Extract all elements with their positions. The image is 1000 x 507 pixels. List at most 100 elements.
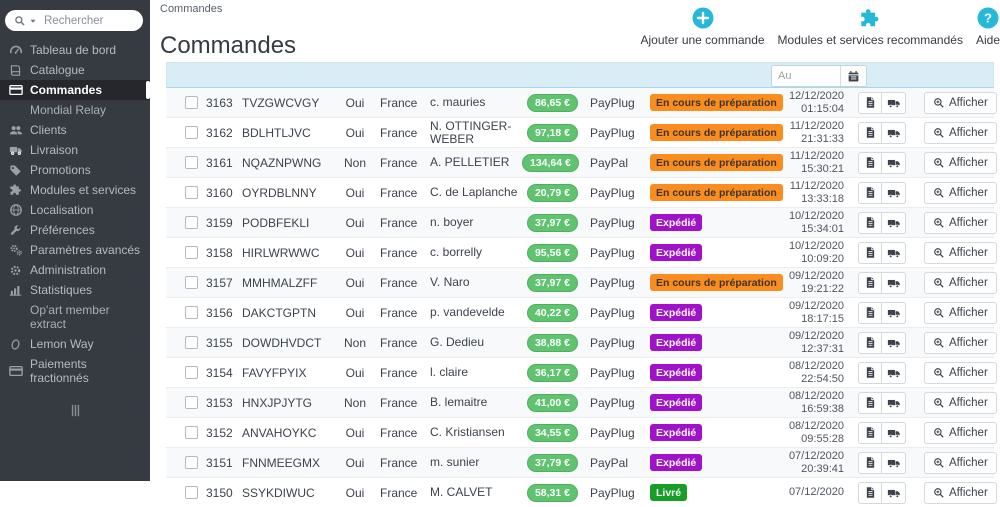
sidebar-item-statistiques[interactable]: Statistiques: [0, 280, 150, 300]
view-order-button[interactable]: Afficher: [924, 301, 997, 324]
row-checkbox[interactable]: [185, 246, 198, 259]
table-row[interactable]: 3158 HIRLWRWWC Oui France c. borrelly 95,56 €…: [166, 237, 997, 267]
sidebar-item-livraison[interactable]: Livraison: [0, 140, 150, 160]
delivery-slip-button[interactable]: [882, 271, 906, 294]
delivery-slip-button[interactable]: [882, 391, 906, 414]
delivery-slip-button[interactable]: [882, 451, 906, 474]
calendar-button[interactable]: [840, 66, 866, 86]
view-order-button[interactable]: Afficher: [924, 451, 997, 474]
table-row[interactable]: 3154 FAVYFPYIX Oui France l. claire 36,17 € Pa…: [166, 357, 997, 387]
delivery-slip-button[interactable]: [882, 361, 906, 384]
sidebar-search[interactable]: [5, 10, 143, 31]
row-checkbox[interactable]: [185, 456, 198, 469]
view-order-button[interactable]: Afficher: [924, 271, 997, 294]
invoice-button[interactable]: [858, 331, 883, 354]
order-total-cell: 58,31 €: [522, 483, 578, 502]
help-button[interactable]: ? Aide: [976, 7, 1000, 47]
view-order-button[interactable]: Afficher: [924, 481, 997, 504]
table-row[interactable]: 3153 HNXJPJYTG Non France B. lemaitre 41,00 €…: [166, 387, 997, 417]
row-checkbox[interactable]: [185, 96, 198, 109]
recommended-modules-button[interactable]: Modules et services recommandés: [778, 7, 963, 47]
table-row[interactable]: 3157 MMHMALZFF Oui France V. Naro 37,97 € PayP…: [166, 267, 997, 297]
row-checkbox[interactable]: [185, 126, 198, 139]
sidebar-item-parametres[interactable]: Paramètres avancés: [0, 240, 150, 260]
table-row[interactable]: 3152 ANVAHOYKC Oui France C. Kristiansen 34,5…: [166, 417, 997, 447]
view-order-button[interactable]: Afficher: [924, 91, 997, 114]
view-order-button[interactable]: Afficher: [924, 211, 997, 234]
view-order-button[interactable]: Afficher: [924, 361, 997, 384]
invoice-button[interactable]: [858, 271, 883, 294]
table-row[interactable]: 3162 BDLHTLJVC Oui France N. OTTINGER-WEBER 9…: [166, 117, 997, 147]
table-row[interactable]: 3155 DOWDHVDCT Non France G. Dedieu 38,88 € Pa…: [166, 327, 997, 357]
sidebar-item-lemon-way[interactable]: Lemon Way: [0, 334, 150, 354]
view-order-button[interactable]: Afficher: [924, 331, 997, 354]
invoice-button[interactable]: [858, 451, 883, 474]
invoice-button[interactable]: [858, 151, 883, 174]
sidebar-item-preferences[interactable]: Préférences: [0, 220, 150, 240]
sidebar-item-promotions[interactable]: Promotions: [0, 160, 150, 180]
sidebar-item-clients[interactable]: Clients: [0, 120, 150, 140]
add-order-button[interactable]: Ajouter une commande: [640, 7, 765, 47]
invoice-button[interactable]: [858, 421, 883, 444]
sidebar-item-opart-extract[interactable]: Op'art member extract: [0, 300, 150, 334]
delivery-slip-button[interactable]: [882, 331, 906, 354]
invoice-button[interactable]: [858, 241, 883, 264]
row-checkbox[interactable]: [185, 276, 198, 289]
invoice-button[interactable]: [858, 181, 883, 204]
table-row[interactable]: 3151 FNNMEEGMX Oui France m. sunier 37,79 € Pa…: [166, 447, 997, 477]
table-row[interactable]: 3150 SSYKDIWUC Oui France M. CALVET 58,31 € Pa…: [166, 477, 997, 507]
invoice-button[interactable]: [858, 301, 883, 324]
invoice-button[interactable]: [858, 211, 883, 234]
sidebar-item-dashboard[interactable]: Tableau de bord: [0, 40, 150, 60]
sidebar-collapse-grip[interactable]: [0, 404, 150, 417]
sidebar-item-commandes[interactable]: Commandes: [0, 80, 150, 100]
delivery-slip-button[interactable]: [882, 181, 906, 204]
row-checkbox[interactable]: [185, 306, 198, 319]
row-checkbox[interactable]: [185, 156, 198, 169]
table-row[interactable]: 3156 DAKCTGPTN Oui France p. vandevelde 40,22…: [166, 297, 997, 327]
row-checkbox[interactable]: [185, 366, 198, 379]
view-order-button[interactable]: Afficher: [924, 391, 997, 414]
sidebar-item-mondial-relay[interactable]: Mondial Relay: [0, 100, 150, 120]
row-checkbox[interactable]: [185, 426, 198, 439]
invoice-button[interactable]: [858, 391, 883, 414]
row-checkbox-cell: [166, 276, 206, 289]
row-checkbox[interactable]: [185, 216, 198, 229]
delivery-slip-button[interactable]: [882, 211, 906, 234]
table-row[interactable]: 3160 OYRDBLNNY Oui France C. de Laplanche 20,…: [166, 177, 997, 207]
invoice-button[interactable]: [858, 481, 883, 504]
row-checkbox[interactable]: [185, 486, 198, 499]
delivery-slip-button[interactable]: [882, 421, 906, 444]
order-total-badge: 41,00 €: [526, 393, 578, 412]
sidebar-item-localisation[interactable]: Localisation: [0, 200, 150, 220]
delivery-slip-button[interactable]: [882, 91, 906, 114]
table-row[interactable]: 3159 PODBFEKLI Oui France n. boyer 37,97 € Pay…: [166, 207, 997, 237]
sidebar-item-modules[interactable]: Modules et services: [0, 180, 150, 200]
row-checkbox[interactable]: [185, 396, 198, 409]
sidebar-item-administration[interactable]: Administration: [0, 260, 150, 280]
view-order-button[interactable]: Afficher: [924, 421, 997, 444]
delivery-slip-button[interactable]: [882, 121, 906, 144]
row-checkbox[interactable]: [185, 336, 198, 349]
sidebar-item-catalogue[interactable]: Catalogue: [0, 60, 150, 80]
view-order-button[interactable]: Afficher: [924, 181, 997, 204]
delivery-slip-button[interactable]: [882, 301, 906, 324]
chevron-down-icon[interactable]: [29, 17, 37, 25]
sidebar-item-paiements[interactable]: Paiements fractionnés: [0, 354, 150, 388]
invoice-button[interactable]: [858, 91, 883, 114]
delivery-slip-button[interactable]: [882, 151, 906, 174]
order-view-cell: Afficher: [906, 241, 997, 264]
table-row[interactable]: 3163 TVZGWCVGY Oui France c. mauries 86,65 € P…: [166, 88, 997, 117]
view-order-button[interactable]: Afficher: [924, 121, 997, 144]
view-order-button[interactable]: Afficher: [924, 241, 997, 264]
view-order-button[interactable]: Afficher: [924, 151, 997, 174]
delivery-slip-button[interactable]: [882, 241, 906, 264]
row-checkbox[interactable]: [185, 186, 198, 199]
invoice-button[interactable]: [858, 361, 883, 384]
delivery-slip-button[interactable]: [882, 481, 906, 504]
table-row[interactable]: 3161 NQAZNPWNG Non France A. PELLETIER 134,64…: [166, 147, 997, 177]
invoice-button[interactable]: [858, 121, 883, 144]
search-input[interactable]: [40, 13, 137, 28]
date-to-input[interactable]: [772, 66, 840, 86]
order-total-badge: 38,88 €: [526, 333, 578, 352]
